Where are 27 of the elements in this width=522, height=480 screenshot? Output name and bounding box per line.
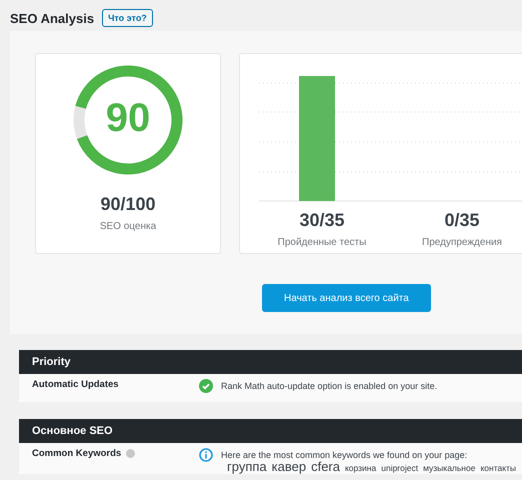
score-label: SEO оценка: [100, 221, 156, 232]
check-name: Automatic Updates: [32, 379, 119, 390]
check-name: Common Keywords: [32, 448, 122, 459]
check-message: Here are the most common keywords we found on your page:: [221, 449, 468, 460]
help-button[interactable]: Что это?: [102, 9, 153, 27]
stat-value: 30/35: [299, 210, 345, 231]
keyword: uniproject: [381, 464, 418, 474]
stat-label: Предупреждения: [422, 237, 502, 248]
keyword: кавер: [272, 460, 306, 474]
keyword: контакты: [480, 464, 516, 474]
stat-label: Пройденные тесты: [278, 237, 366, 248]
score-value: 90: [104, 96, 152, 141]
page-title: SEO Analysis: [10, 10, 94, 26]
score-ring-icon: [72, 64, 184, 176]
section-header: Priority: [19, 350, 522, 374]
section-header: Основное SEO: [19, 419, 522, 443]
keyword: cfera: [311, 460, 340, 474]
info-icon: [199, 448, 213, 462]
check-icon: [199, 379, 213, 393]
stat-value: 0/35: [444, 210, 480, 231]
keyword: корзина: [344, 464, 376, 474]
keyword: музыкальное: [423, 464, 476, 474]
score-total: 90/100: [100, 194, 156, 215]
help-icon[interactable]: [126, 449, 136, 458]
keyword: группа: [227, 460, 267, 474]
check-message: Rank Math auto-update option is enabled on your site.: [221, 380, 438, 391]
start-analysis-button[interactable]: Начать анализ всего сайта: [262, 284, 431, 312]
